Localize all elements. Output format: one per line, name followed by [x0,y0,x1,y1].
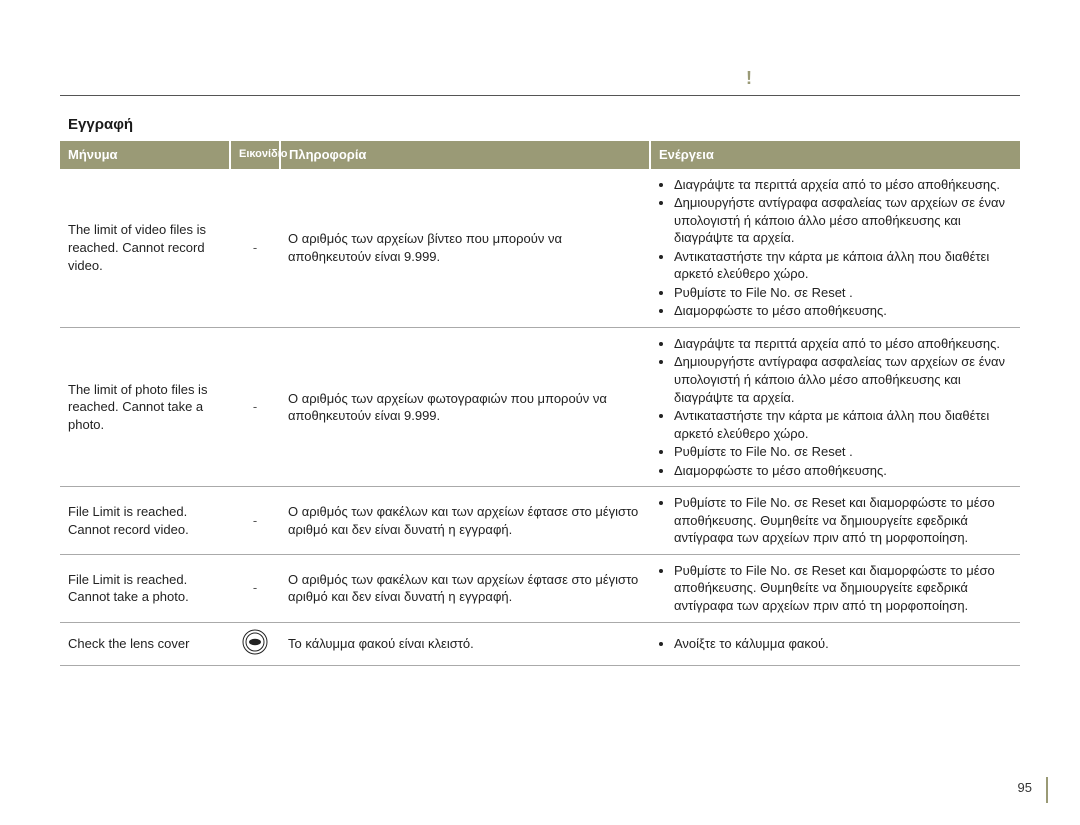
table-row: File Limit is reached. Cannot record vid… [60,487,1020,555]
action-list: Ρυθμίστε το File No. σε Reset και διαμορ… [658,494,1012,547]
cell-message: File Limit is reached. Cannot take a pho… [60,554,230,622]
warning-bang-icon: ! [746,68,752,89]
table-row: File Limit is reached. Cannot take a pho… [60,554,1020,622]
cell-action: Ανοίξτε το κάλυμμα φακού. [650,622,1020,666]
cell-message: The limit of video files is reached. Can… [60,169,230,328]
cell-icon: - [230,169,280,328]
action-item: Αντικαταστήστε την κάρτα με κάποια άλλη … [674,407,1012,442]
cell-message: File Limit is reached. Cannot record vid… [60,487,230,555]
action-item: Ρυθμίστε το File No. σε Reset . [674,284,1012,302]
page-edge-rule [1046,777,1048,803]
table-row: The limit of photo files is reached. Can… [60,327,1020,486]
table-row: The limit of video files is reached. Can… [60,169,1020,328]
cell-action: Ρυθμίστε το File No. σε Reset και διαμορ… [650,554,1020,622]
cell-info: Ο αριθμός των αρχείων φωτογραφιών που μπ… [280,327,650,486]
cell-action: Ρυθμίστε το File No. σε Reset και διαμορ… [650,487,1020,555]
cell-message: Check the lens cover [60,622,230,666]
cell-icon: - [230,554,280,622]
cell-info: Το κάλυμμα φακού είναι κλειστό. [280,622,650,666]
cell-info: Ο αριθμός των φακέλων και των αρχείων έφ… [280,487,650,555]
cell-icon [230,622,280,666]
page-number: 95 [1018,780,1032,795]
cell-icon: - [230,487,280,555]
cell-action: Διαγράψτε τα περιττά αρχεία από το μέσο … [650,169,1020,328]
action-item: Ρυθμίστε το File No. σε Reset και διαμορ… [674,562,1012,615]
table-header-row: Μήνυμα Εικονίδιο Πληροφορία Ενέργεια [60,141,1020,169]
action-item: Ανοίξτε το κάλυμμα φακού. [674,635,1012,653]
action-item: Αντικαταστήστε την κάρτα με κάποια άλλη … [674,248,1012,283]
action-item: Διαγράψτε τα περιττά αρχεία από το μέσο … [674,176,1012,194]
action-item: Διαμορφώστε το μέσο αποθήκευσης. [674,462,1012,480]
action-item: Διαμορφώστε το μέσο αποθήκευσης. [674,302,1012,320]
document-page: Εγγραφή Μήνυμα Εικονίδιο Πληροφορία Ενέρ… [0,0,1080,666]
section-title: Εγγραφή [68,116,1020,133]
action-item: Δημιουργήστε αντίγραφα ασφαλείας των αρχ… [674,353,1012,406]
messages-table: Μήνυμα Εικονίδιο Πληροφορία Ενέργεια The… [60,141,1020,666]
header-icon: Εικονίδιο [230,141,280,169]
title-divider [60,95,1020,96]
action-list: Ανοίξτε το κάλυμμα φακού. [658,635,1012,653]
cell-info: Ο αριθμός των αρχείων βίντεο που μπορούν… [280,169,650,328]
table-row: Check the lens cover Το κάλυμμα φακού είν… [60,622,1020,666]
header-action: Ενέργεια [650,141,1020,169]
action-list: Διαγράψτε τα περιττά αρχεία από το μέσο … [658,176,1012,320]
lens-cover-icon [242,629,268,660]
cell-info: Ο αριθμός των φακέλων και των αρχείων έφ… [280,554,650,622]
action-item: Δημιουργήστε αντίγραφα ασφαλείας των αρχ… [674,194,1012,247]
action-item: Διαγράψτε τα περιττά αρχεία από το μέσο … [674,335,1012,353]
cell-icon: - [230,327,280,486]
cell-action: Διαγράψτε τα περιττά αρχεία από το μέσο … [650,327,1020,486]
action-list: Ρυθμίστε το File No. σε Reset και διαμορ… [658,562,1012,615]
action-list: Διαγράψτε τα περιττά αρχεία από το μέσο … [658,335,1012,479]
header-message: Μήνυμα [60,141,230,169]
header-info: Πληροφορία [280,141,650,169]
action-item: Ρυθμίστε το File No. σε Reset . [674,443,1012,461]
cell-message: The limit of photo files is reached. Can… [60,327,230,486]
action-item: Ρυθμίστε το File No. σε Reset και διαμορ… [674,494,1012,547]
